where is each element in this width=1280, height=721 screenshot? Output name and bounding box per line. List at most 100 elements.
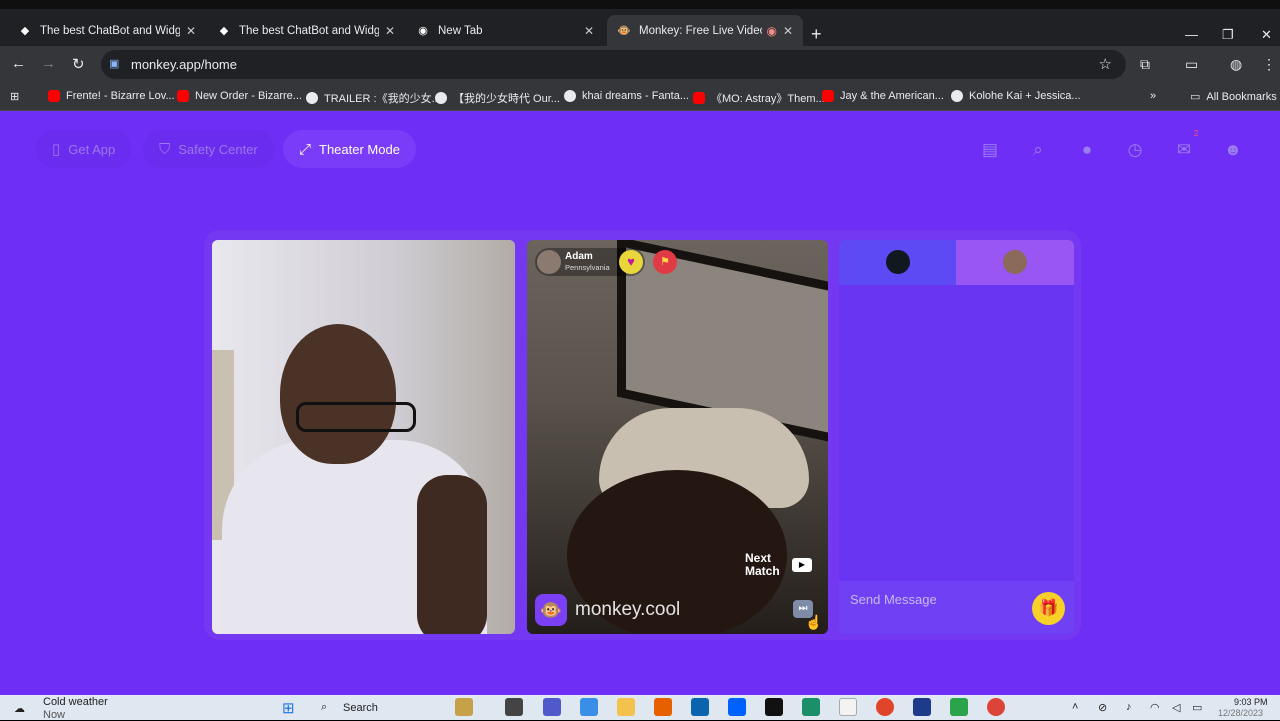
windows-start-icon[interactable]: ⊞	[282, 699, 295, 717]
dropbox-icon[interactable]	[728, 698, 746, 716]
monkey-profile-icon[interactable]: ☻	[1222, 139, 1244, 161]
recording-icon: ◉	[766, 23, 777, 38]
new-tab-button[interactable]: +	[811, 24, 822, 45]
chevron-right-icon[interactable]: »	[1150, 90, 1156, 102]
chrome-icon: ◉	[418, 25, 428, 37]
chrome-icon[interactable]	[987, 698, 1005, 716]
edge-icon[interactable]	[802, 698, 820, 716]
clock-time[interactable]: 9:03 PM	[1234, 697, 1268, 707]
mail-icon[interactable]	[691, 698, 709, 716]
message-input[interactable]: Send Message	[850, 592, 937, 607]
report-icon[interactable]: ⚑	[653, 250, 677, 274]
bookmark-item[interactable]: Kolohe Kai + Jessica...	[951, 90, 1081, 102]
watermark-text: monkey.cool	[575, 599, 681, 620]
close-icon[interactable]: ✕	[783, 24, 793, 38]
tab-chatbot-1[interactable]: ◆ The best ChatBot and Widgets ✕	[8, 15, 206, 46]
shop-icon[interactable]: ▤	[979, 139, 1001, 161]
window-top-strip	[0, 0, 1280, 9]
close-icon[interactable]: ✕	[584, 24, 594, 38]
search-icon[interactable]: ⌕	[321, 701, 327, 714]
address-bar[interactable]: ▣ monkey.app/home ☆	[101, 50, 1126, 79]
notion-icon[interactable]	[765, 698, 783, 716]
cast-icon[interactable]: ▭	[1185, 56, 1198, 73]
chevron-up-icon[interactable]: ˄	[1072, 701, 1078, 713]
bookmark-star-icon[interactable]: ☆	[1099, 55, 1112, 73]
remote-user-location: Pennsylvania	[565, 263, 610, 272]
weather-sub: Now	[43, 709, 66, 721]
weather-title[interactable]: Cold weather	[43, 696, 108, 708]
chat-tab-remote[interactable]	[956, 240, 1074, 285]
url-text: monkey.app/home	[131, 57, 237, 72]
apps-icon[interactable]: ⊞	[10, 90, 19, 103]
teams-icon[interactable]	[543, 698, 561, 716]
search-icon[interactable]: ⌕	[1027, 139, 1049, 161]
get-app-button[interactable]: ▯ Get App	[36, 130, 132, 168]
close-icon[interactable]: ✕	[186, 24, 196, 38]
battery-icon[interactable]: ▭	[1192, 701, 1202, 714]
taskbar-search[interactable]: Search	[343, 702, 378, 714]
avatar-icon[interactable]: ●	[1076, 139, 1098, 161]
close-window-icon[interactable]: ✕	[1261, 27, 1272, 43]
copilot-icon[interactable]	[580, 698, 598, 716]
chat-tab-local[interactable]	[839, 240, 956, 285]
chat-icon[interactable]: ✉	[1173, 139, 1195, 161]
reload-icon[interactable]: ↻	[72, 55, 85, 73]
remote-user-name: Adam	[565, 251, 593, 262]
site-info-icon[interactable]: ▣	[109, 57, 123, 71]
tab-title: The best ChatBot and Widgets	[40, 24, 180, 37]
monkey-icon: 🐵	[617, 25, 631, 37]
bookmark-item[interactable]: TRAILER :《我的少女...	[306, 90, 441, 106]
microphone-icon[interactable]: ♪	[1126, 701, 1132, 713]
weather-icon[interactable]: ☁	[14, 702, 25, 715]
monkey-logo-icon: 🐵	[535, 594, 567, 626]
bookmark-item[interactable]: New Order - Bizarre...	[177, 90, 302, 102]
tab-new-tab[interactable]: ◉ New Tab ✕	[406, 15, 604, 46]
profile-icon[interactable]: ◍	[1230, 56, 1242, 73]
next-match-label[interactable]: Next Match	[745, 552, 785, 578]
app-icon[interactable]	[876, 698, 894, 716]
menu-icon[interactable]: ⋮	[1262, 56, 1276, 73]
app-icon[interactable]	[913, 698, 931, 716]
bookmark-item[interactable]: khai dreams - Fanta...	[564, 90, 689, 102]
bookmark-item[interactable]: Jay & the American...	[822, 90, 944, 102]
folder-icon[interactable]	[617, 698, 635, 716]
tab-monkey[interactable]: 🐵 Monkey: Free Live Video Ch ◉ ✕	[607, 15, 803, 46]
bookmark-item[interactable]: 《MO: Astray》Them...	[693, 90, 825, 106]
avatar	[1003, 250, 1027, 274]
all-bookmarks[interactable]: ▭ All Bookmarks	[1190, 90, 1277, 104]
volume-icon[interactable]: ◁	[1172, 701, 1180, 714]
firefox-icon[interactable]	[654, 698, 672, 716]
network-off-icon[interactable]: ⊘	[1098, 701, 1107, 714]
file-icon[interactable]	[839, 698, 857, 716]
heart-icon[interactable]: ♥	[619, 250, 643, 274]
folder-icon: ▭	[1190, 91, 1201, 103]
android-icon[interactable]	[950, 698, 968, 716]
tab-chatbot-2[interactable]: ◆ The best ChatBot and Widgets ✕	[207, 15, 405, 46]
wifi-icon[interactable]: ◠	[1150, 701, 1160, 714]
youtube-icon[interactable]: ▶	[792, 558, 812, 572]
task-view-icon[interactable]	[505, 698, 523, 716]
theater-mode-button[interactable]: ⤢ Theater Mode	[283, 130, 416, 168]
bookmark-item[interactable]: Frente! - Bizarre Lov...	[48, 90, 175, 102]
back-icon[interactable]: ←	[11, 55, 26, 72]
safety-center-button[interactable]: ⛉ Safety Center	[143, 130, 274, 168]
globe-icon	[435, 92, 447, 104]
monkey-page: ▯ Get App ⛉ Safety Center ⤢ Theater Mode…	[0, 111, 1280, 695]
bookmark-item[interactable]: 【我的少女時代 Our...	[435, 90, 560, 106]
forward-icon[interactable]: →	[41, 55, 56, 72]
restore-icon[interactable]: ❐	[1222, 27, 1234, 43]
extensions-icon[interactable]: ⧉	[1140, 56, 1150, 73]
diamond-icon: ◆	[20, 25, 30, 37]
phone-icon: ▯	[52, 141, 61, 158]
notification-badge: 2	[1194, 129, 1199, 138]
person-head	[280, 324, 396, 464]
minimize-icon[interactable]: —	[1185, 27, 1198, 42]
local-video	[212, 240, 515, 634]
widgets-icon[interactable]	[455, 698, 473, 716]
history-icon[interactable]: ◷	[1124, 139, 1146, 161]
close-icon[interactable]: ✕	[385, 24, 395, 38]
tab-title: New Tab	[438, 24, 483, 37]
gift-icon[interactable]: 🎁	[1032, 592, 1065, 625]
clock-date[interactable]: 12/28/2023	[1218, 708, 1263, 718]
tab-title: The best ChatBot and Widgets	[239, 24, 379, 37]
